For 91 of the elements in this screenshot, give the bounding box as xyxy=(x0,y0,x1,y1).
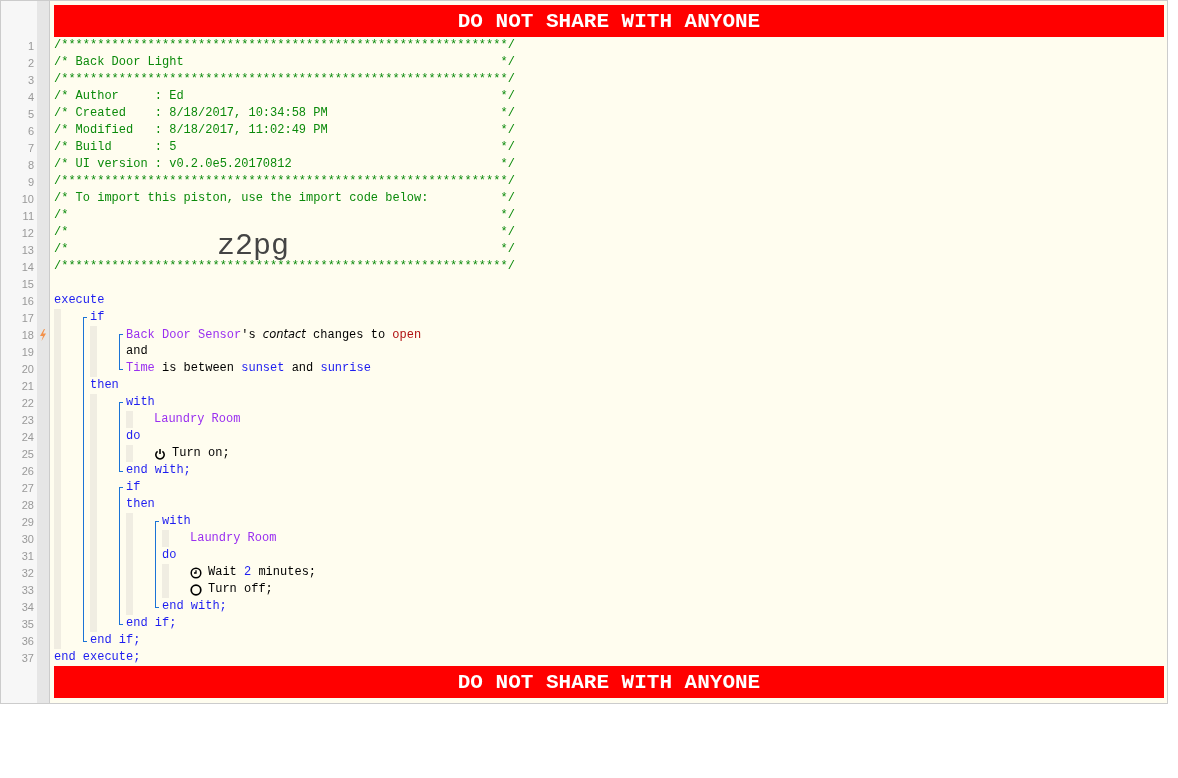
code-line: then xyxy=(90,378,119,393)
line-number: 4 xyxy=(26,90,35,103)
code-line: Laundry Room xyxy=(190,531,277,546)
comment-text: /* xyxy=(54,208,69,223)
lightning-icon xyxy=(39,328,47,341)
line-number: 14 xyxy=(20,260,35,273)
line-number: 11 xyxy=(21,209,35,222)
code-line: /**************************************************************/ xyxy=(54,72,515,87)
code-line: end with; xyxy=(162,599,227,614)
code-line: with xyxy=(126,395,155,410)
code-line: end execute; xyxy=(54,650,141,665)
code-line: end if; xyxy=(90,633,141,648)
code-line: Time is between sunset and sunrise xyxy=(126,361,371,376)
comment-text: /* Build : 5 xyxy=(54,140,177,155)
line-number: 34 xyxy=(20,600,35,613)
code-line: Back Door Sensor's contact changes to open xyxy=(126,326,422,343)
comment-text: /* Back Door Light xyxy=(54,55,184,70)
comment-end: */ xyxy=(500,191,515,206)
line-number: 37 xyxy=(20,651,35,664)
code-line: if xyxy=(126,480,141,495)
comment-end: */ xyxy=(500,225,515,240)
warning-banner: DO NOT SHARE WITH ANYONE xyxy=(54,666,1164,698)
code-line: execute xyxy=(54,293,105,308)
line-number: 10 xyxy=(20,192,35,205)
line-number: 1 xyxy=(26,39,35,52)
comment-end: */ xyxy=(500,89,515,104)
line-number: 16 xyxy=(20,294,35,307)
comment-end: */ xyxy=(500,123,515,138)
comment-text: /* To import this piston, use the import code below: xyxy=(54,191,429,206)
line-number: 33 xyxy=(20,583,35,596)
line-number: 15 xyxy=(20,277,35,290)
code-line: Laundry Room xyxy=(154,412,241,427)
code-line: then xyxy=(126,497,155,512)
action-text: Turn on; xyxy=(172,446,230,461)
code-line: and xyxy=(126,344,148,359)
comment-end: */ xyxy=(500,106,515,121)
line-number: 35 xyxy=(20,617,35,630)
line-number: 5 xyxy=(26,107,35,120)
line-number: 2 xyxy=(26,56,35,69)
line-number: 21 xyxy=(20,379,35,392)
warning-banner: DO NOT SHARE WITH ANYONE xyxy=(54,5,1164,37)
code-line: /**************************************************************/ xyxy=(54,174,515,189)
line-number: 20 xyxy=(20,362,35,375)
code-line: if xyxy=(90,310,105,325)
code-line: end with; xyxy=(126,463,191,478)
power-icon xyxy=(154,447,166,460)
line-number: 22 xyxy=(20,396,35,409)
comment-end: */ xyxy=(500,242,515,257)
line-number: 31 xyxy=(20,549,35,562)
code-line: /**************************************************************/ xyxy=(54,259,515,274)
line-number: 6 xyxy=(26,124,35,137)
code-line: do xyxy=(126,429,141,444)
line-number: 3 xyxy=(26,73,35,86)
line-number: 7 xyxy=(26,141,35,154)
comment-text: /* xyxy=(54,242,69,257)
clock-icon xyxy=(190,566,202,579)
comment-end: */ xyxy=(500,55,515,70)
line-number: 23 xyxy=(20,413,35,426)
circle-icon xyxy=(190,583,202,596)
code-line: do xyxy=(162,548,177,563)
line-number: 27 xyxy=(20,481,35,494)
line-number: 17 xyxy=(20,311,35,324)
line-number: 32 xyxy=(20,566,35,579)
comment-text: /* UI version : v0.2.0e5.20170812 xyxy=(54,157,292,172)
line-number: 13 xyxy=(20,243,35,256)
line-number: 24 xyxy=(20,430,35,443)
line-number: 18 xyxy=(20,328,35,341)
code-line: with xyxy=(162,514,191,529)
comment-end: */ xyxy=(500,157,515,172)
bracket-line xyxy=(119,402,123,472)
comment-end: */ xyxy=(500,208,515,223)
bracket-line xyxy=(119,334,123,370)
code-line: end if; xyxy=(126,616,177,631)
line-number: 9 xyxy=(26,175,35,188)
line-number: 12 xyxy=(20,226,35,239)
line-number: 30 xyxy=(20,532,35,545)
comment-end: */ xyxy=(500,140,515,155)
line-number: 19 xyxy=(20,345,35,358)
line-number: 25 xyxy=(20,447,35,460)
comment-text: /* Modified : 8/18/2017, 11:02:49 PM xyxy=(54,123,328,138)
comment-text: /* xyxy=(54,225,69,240)
comment-text: /* Author : Ed xyxy=(54,89,184,104)
code-line: /**************************************************************/ xyxy=(54,38,515,53)
line-number: 29 xyxy=(20,515,35,528)
line-number: 26 xyxy=(20,464,35,477)
comment-text: /* Created : 8/18/2017, 10:34:58 PM xyxy=(54,106,328,121)
line-number: 8 xyxy=(26,158,35,171)
action-text: Wait 2 minutes; xyxy=(208,565,317,580)
action-text: Turn off; xyxy=(208,582,273,597)
line-number: 36 xyxy=(20,634,35,647)
line-number: 28 xyxy=(20,498,35,511)
